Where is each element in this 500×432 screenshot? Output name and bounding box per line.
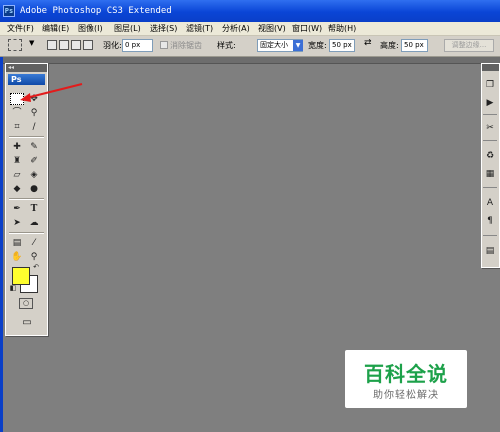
watermark-title: 百科全说: [364, 362, 448, 386]
watermark-subtitle: 助你轻松解决: [373, 390, 439, 401]
watermark-logo: 百科全说 助你轻松解决: [345, 350, 467, 408]
foreground-color-swatch[interactable]: [12, 267, 30, 285]
